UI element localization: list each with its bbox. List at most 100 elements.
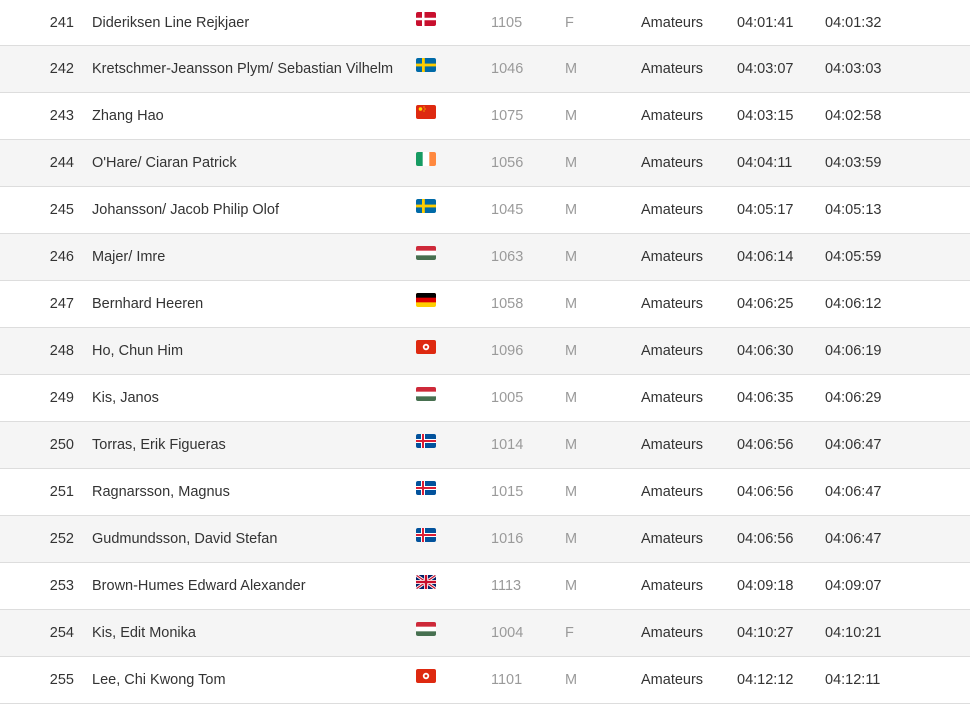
- table-row[interactable]: 253 Brown-Humes Edward Alexander 1113 M Amat…: [0, 563, 970, 610]
- sex-cell: M: [565, 343, 578, 359]
- table-row[interactable]: 255 Lee, Chi Kwong Tom 1101 M Amateurs 04:12:…: [0, 657, 970, 704]
- chip-time: 04:05:13: [825, 202, 882, 218]
- table-row[interactable]: 244 O'Hare/ Ciaran Patrick 1056 M Amateurs 04…: [0, 140, 970, 187]
- chip-time: 04:06:47: [825, 437, 882, 453]
- flag-united-kingdom-icon: [416, 575, 436, 589]
- rank-cell: 253: [49, 578, 74, 594]
- table-row[interactable]: 250 Torras, Erik Figueras 1014 M Amateurs 04:…: [0, 422, 970, 469]
- category-cell: Amateurs: [641, 108, 704, 124]
- gun-time: 04:03:07: [737, 61, 794, 77]
- rank-cell: 254: [49, 625, 74, 641]
- chip-time: 04:06:19: [825, 343, 882, 359]
- category-cell: Amateurs: [641, 390, 704, 406]
- rank-cell: 244: [49, 155, 74, 171]
- category-cell: Amateurs: [641, 202, 704, 218]
- flag-iceland-icon: [416, 481, 436, 495]
- flag-hungary-icon: [416, 246, 436, 260]
- sex-cell: M: [565, 672, 578, 688]
- flag-sweden-icon: [416, 58, 436, 72]
- rank-cell: 241: [49, 15, 74, 31]
- bib-number: 1004: [491, 625, 524, 641]
- bib-number: 1058: [491, 296, 524, 312]
- rank-cell: 250: [49, 437, 74, 453]
- chip-time: 04:10:21: [825, 625, 882, 641]
- rank-cell: 247: [49, 296, 74, 312]
- flag-denmark-icon: [416, 12, 436, 26]
- athlete-name: Kretschmer-Jeansson Plym/ Sebastian Vilh…: [92, 61, 394, 77]
- flag-hong-kong-icon: [416, 340, 436, 354]
- category-cell: Amateurs: [641, 484, 704, 500]
- sex-cell: M: [565, 296, 578, 312]
- chip-time: 04:05:59: [825, 249, 882, 265]
- bib-number: 1046: [491, 61, 524, 77]
- athlete-name: Kis, Janos: [92, 390, 159, 406]
- category-cell: Amateurs: [641, 61, 704, 77]
- bib-number: 1005: [491, 390, 524, 406]
- table-row[interactable]: 241 Dideriksen Line Rejkjaer 1105 F Amateurs…: [0, 0, 970, 46]
- chip-time: 04:06:47: [825, 484, 882, 500]
- category-cell: Amateurs: [641, 578, 704, 594]
- sex-cell: M: [565, 202, 578, 218]
- bib-number: 1014: [491, 437, 524, 453]
- table-row[interactable]: 243 Zhang Hao 1075 M Amateurs 04:03:15 04:02:5…: [0, 93, 970, 140]
- table-row[interactable]: 252 Gudmundsson, David Stefan 1016 M Amateur…: [0, 516, 970, 563]
- category-cell: Amateurs: [641, 531, 704, 547]
- gun-time: 04:06:35: [737, 390, 794, 406]
- chip-time: 04:09:07: [825, 578, 882, 594]
- category-cell: Amateurs: [641, 625, 704, 641]
- flag-hong-kong-icon: [416, 669, 436, 683]
- table-row[interactable]: 242 Kretschmer-Jeansson Plym/ Sebastian V…: [0, 46, 970, 93]
- bib-number: 1016: [491, 531, 524, 547]
- gun-time: 04:09:18: [737, 578, 794, 594]
- sex-cell: M: [565, 437, 578, 453]
- bib-number: 1075: [491, 108, 524, 124]
- table-row[interactable]: 245 Johansson/ Jacob Philip Olof 1045 M Amat…: [0, 187, 970, 234]
- table-row[interactable]: 248 Ho, Chun Him 1096 M Amateurs 04:06:30 04:0…: [0, 328, 970, 375]
- sex-cell: M: [565, 531, 578, 547]
- athlete-name: Zhang Hao: [92, 108, 164, 124]
- chip-time: 04:12:11: [825, 672, 881, 688]
- flag-sweden-icon: [416, 199, 436, 213]
- table-row[interactable]: 251 Ragnarsson, Magnus 1015 M Amateurs 04:06:…: [0, 469, 970, 516]
- rank-cell: 255: [49, 672, 74, 688]
- gun-time: 04:06:14: [737, 249, 794, 265]
- athlete-name: Majer/ Imre: [92, 249, 166, 265]
- category-cell: Amateurs: [641, 296, 704, 312]
- category-cell: Amateurs: [641, 437, 704, 453]
- athlete-name: Gudmundsson, David Stefan: [92, 531, 278, 547]
- table-row[interactable]: 246 Majer/ Imre 1063 M Amateurs 04:06:14 04:05…: [0, 234, 970, 281]
- chip-time: 04:03:03: [825, 61, 882, 77]
- rank-cell: 252: [49, 531, 74, 547]
- gun-time: 04:04:11: [737, 155, 793, 171]
- flag-hungary-icon: [416, 622, 436, 636]
- gun-time: 04:06:56: [737, 484, 794, 500]
- rank-cell: 249: [49, 390, 74, 406]
- sex-cell: M: [565, 484, 578, 500]
- gun-time: 04:06:56: [737, 437, 794, 453]
- bib-number: 1113: [491, 578, 522, 594]
- rank-cell: 251: [49, 484, 74, 500]
- bib-number: 1063: [491, 249, 524, 265]
- flag-iceland-icon: [416, 434, 436, 448]
- athlete-name: Lee, Chi Kwong Tom: [92, 672, 226, 688]
- category-cell: Amateurs: [641, 343, 704, 359]
- rank-cell: 248: [49, 343, 74, 359]
- bib-number: 1056: [491, 155, 524, 171]
- table-row[interactable]: 254 Kis, Edit Monika 1004 F Amateurs 04:10:27…: [0, 610, 970, 657]
- flag-germany-icon: [416, 293, 436, 307]
- chip-time: 04:02:58: [825, 108, 882, 124]
- flag-ireland-icon: [416, 152, 436, 166]
- chip-time: 04:06:29: [825, 390, 882, 406]
- sex-cell: M: [565, 578, 578, 594]
- gun-time: 04:01:41: [737, 15, 794, 31]
- flag-iceland-icon: [416, 528, 436, 542]
- rank-cell: 245: [49, 202, 74, 218]
- gun-time: 04:06:25: [737, 296, 794, 312]
- sex-cell: M: [565, 249, 578, 265]
- athlete-name: Johansson/ Jacob Philip Olof: [92, 202, 279, 218]
- table-row[interactable]: 247 Bernhard Heeren 1058 M Amateurs 04:06:25 0…: [0, 281, 970, 328]
- gun-time: 04:06:56: [737, 531, 794, 547]
- table-row[interactable]: 249 Kis, Janos 1005 M Amateurs 04:06:35 04:06:…: [0, 375, 970, 422]
- sex-cell: F: [565, 15, 574, 31]
- results-table: 241 Dideriksen Line Rejkjaer 1105 F Amateurs…: [0, 0, 970, 704]
